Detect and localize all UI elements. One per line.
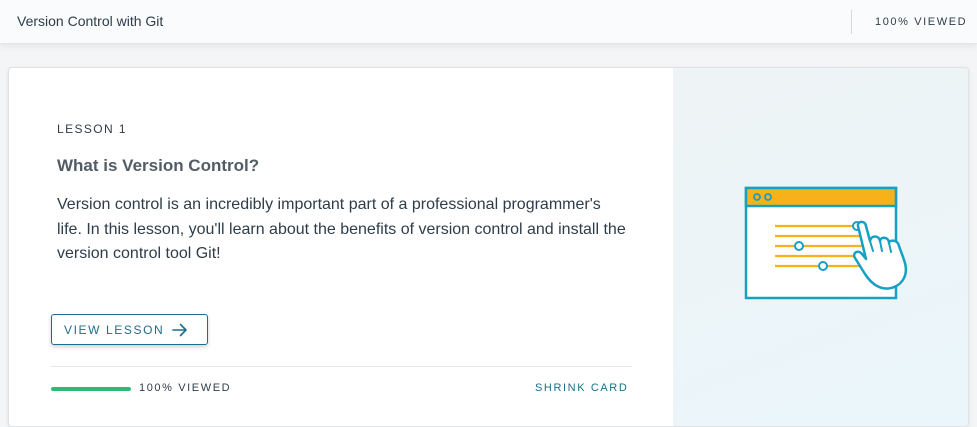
topbar-divider xyxy=(851,10,852,34)
top-bar: Version Control with Git 100% VIEWED xyxy=(0,0,977,44)
course-title[interactable]: Version Control with Git xyxy=(17,13,163,29)
arrow-right-icon xyxy=(172,323,188,337)
lesson-progress-bar xyxy=(51,387,131,391)
lesson-description: Version control is an incredibly importa… xyxy=(57,196,626,262)
lesson-illustration-panel xyxy=(673,68,968,426)
lesson-card: LESSON 1 What is Version Control? Versio… xyxy=(8,67,969,427)
lesson-progress-fill xyxy=(51,387,131,391)
view-lesson-button[interactable]: VIEW LESSON xyxy=(51,314,208,345)
view-lesson-label: VIEW LESSON xyxy=(64,322,165,337)
settings-sliders-illustration xyxy=(744,186,908,300)
lesson-title: What is Version Control? xyxy=(57,156,260,175)
lesson-card-body: LESSON 1 What is Version Control? Versio… xyxy=(9,68,673,426)
card-divider xyxy=(51,366,632,367)
shrink-card-button[interactable]: SHRINK CARD xyxy=(535,382,628,394)
lesson-progress-label: 100% VIEWED xyxy=(139,382,232,394)
lesson-number: LESSON 1 xyxy=(57,122,127,136)
course-progress-label: 100% VIEWED xyxy=(875,16,968,28)
